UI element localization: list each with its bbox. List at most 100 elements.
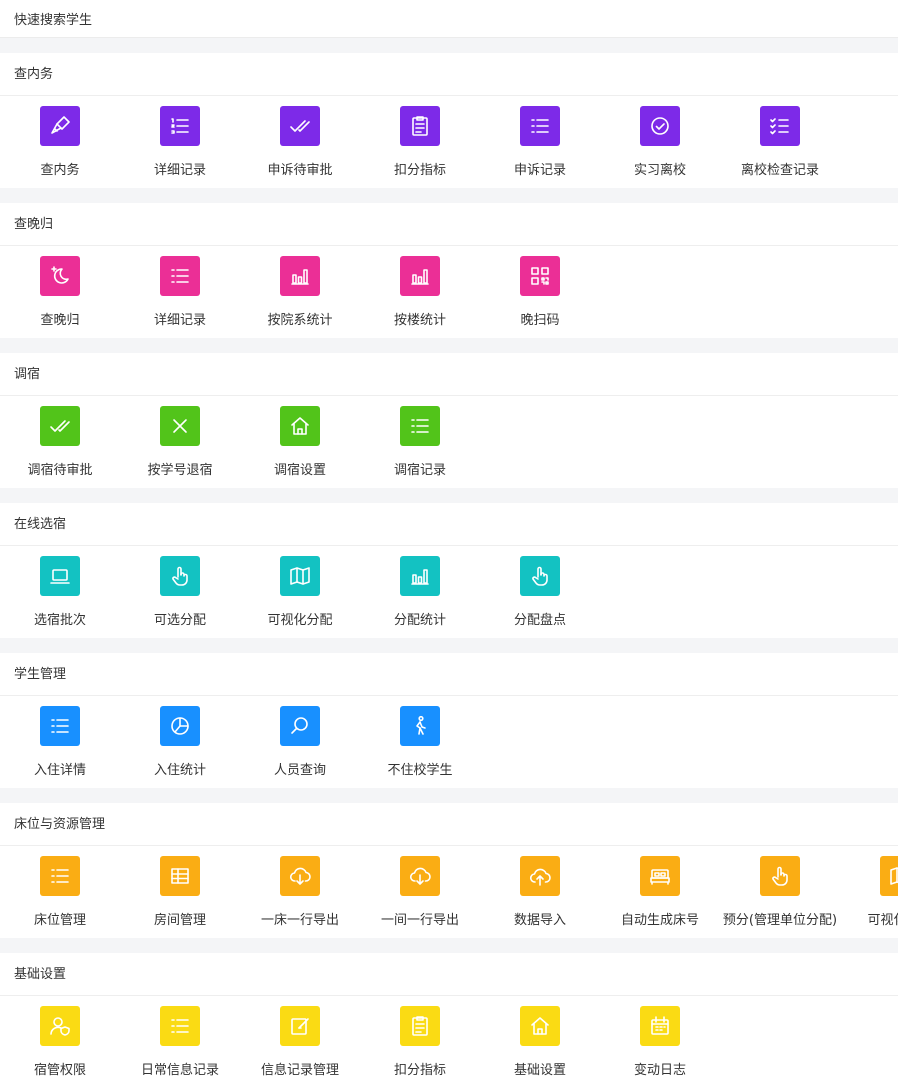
broom-icon — [40, 106, 80, 146]
menu-tile[interactable]: 基础设置 — [480, 1006, 600, 1081]
map-icon — [880, 856, 898, 896]
menu-tile[interactable]: 可选分配 — [120, 556, 240, 631]
menu-tile[interactable]: 入住详情 — [0, 706, 120, 781]
menu-tile[interactable]: 申诉待审批 — [240, 106, 360, 181]
section-6: 床位与资源管理床位管理 房间管理 一床一行导出 一间一行导出 数据导入 自动生成床号 预分(… — [0, 803, 898, 938]
menu-tile[interactable]: 实习离校 — [600, 106, 720, 181]
menu-tile[interactable]: 查内务 — [0, 106, 120, 181]
menu-tile[interactable]: 扣分指标 — [360, 106, 480, 181]
menu-tile[interactable]: 调宿待审批 — [0, 406, 120, 481]
menu-tile[interactable]: 入住统计 — [120, 706, 240, 781]
bar-chart-icon — [400, 556, 440, 596]
menu-tile-label: 人员查询 — [273, 763, 326, 778]
section-title: 床位与资源管理 — [0, 803, 898, 846]
menu-tile[interactable]: 一间一行导出 — [360, 856, 480, 931]
menu-tile-label: 一床一行导出 — [260, 913, 339, 928]
section-grid: 查内务 详细记录 申诉待审批 扣分指标 申诉记录 实习离校 离校检查记录 — [0, 96, 898, 188]
menu-tile[interactable]: 可视化分配 — [840, 856, 898, 931]
menu-tile[interactable]: 房间管理 — [120, 856, 240, 931]
user-shield-icon — [40, 1006, 80, 1046]
menu-tile-label: 可视化分配 — [267, 613, 333, 628]
menu-tile[interactable]: 详细记录 — [120, 106, 240, 181]
menu-tile[interactable]: 离校检查记录 — [720, 106, 840, 181]
menu-tile-label: 分配盘点 — [513, 613, 566, 628]
menu-tile[interactable]: 预分(管理单位分配) — [720, 856, 840, 931]
menu-tile-label: 信息记录管理 — [260, 1063, 339, 1078]
menu-tile-label: 可选分配 — [153, 613, 206, 628]
menu-tile-label: 按学号退宿 — [147, 463, 213, 478]
section-1: 查内务 查内务 详细记录 申诉待审批 扣分指标申诉记录 实习离校 离校检查记录 — [0, 53, 898, 188]
menu-tile[interactable]: 床位管理 — [0, 856, 120, 931]
menu-tile-label: 晚扫码 — [520, 313, 560, 328]
menu-tile[interactable]: 按院系统计 — [240, 256, 360, 331]
menu-tile-label: 宿管权限 — [33, 1063, 86, 1078]
list-icon — [160, 1006, 200, 1046]
ordered-list-icon — [160, 106, 200, 146]
menu-tile[interactable]: 数据导入 — [480, 856, 600, 931]
menu-tile-label: 一间一行导出 — [380, 913, 459, 928]
section-4: 在线选宿 选宿批次 可选分配 可视化分配 分配统计 分配盘点 — [0, 503, 898, 638]
menu-sections: 查内务 查内务 详细记录 申诉待审批 扣分指标 申诉记录 实习离校 离校检查记录 查晚归 查晚归详… — [0, 53, 898, 1088]
menu-tile-label: 可视化分配 — [867, 913, 898, 928]
menu-tile[interactable]: 晚扫码 — [480, 256, 600, 331]
menu-tile-label: 查内务 — [40, 163, 80, 178]
menu-tile-label: 选宿批次 — [33, 613, 86, 628]
double-check-icon — [40, 406, 80, 446]
menu-tile[interactable]: 扣分指标 — [360, 1006, 480, 1081]
menu-tile[interactable]: 可视化分配 — [240, 556, 360, 631]
section-grid: 床位管理 房间管理 一床一行导出 一间一行导出 数据导入 自动生成床号 预分(管理单位分配)… — [0, 846, 898, 938]
menu-tile[interactable]: 人员查询 — [240, 706, 360, 781]
menu-tile-label: 调宿记录 — [393, 463, 446, 478]
pointer-hand-icon — [520, 556, 560, 596]
menu-tile[interactable]: 调宿设置 — [240, 406, 360, 481]
bar-chart-icon — [400, 256, 440, 296]
list-icon — [160, 256, 200, 296]
menu-tile[interactable]: 申诉记录 — [480, 106, 600, 181]
section-grid: 入住详情 入住统计 人员查询 不住校学生 — [0, 696, 898, 788]
menu-tile[interactable]: 按学号退宿 — [120, 406, 240, 481]
section-title: 查晚归 — [0, 203, 898, 246]
menu-tile[interactable]: 不住校学生 — [360, 706, 480, 781]
section-title: 基础设置 — [0, 953, 898, 996]
menu-tile[interactable]: 详细记录 — [120, 256, 240, 331]
menu-tile-label: 实习离校 — [633, 163, 686, 178]
menu-tile[interactable]: 查晚归 — [0, 256, 120, 331]
list-icon — [40, 706, 80, 746]
cloud-download-icon — [280, 856, 320, 896]
menu-tile[interactable]: 信息记录管理 — [240, 1006, 360, 1081]
pie-chart-icon — [160, 706, 200, 746]
laptop-icon — [40, 556, 80, 596]
cloud-upload-icon — [520, 856, 560, 896]
menu-tile-label: 申诉记录 — [513, 163, 566, 178]
menu-tile-label: 不住校学生 — [387, 763, 453, 778]
menu-tile[interactable]: 变动日志 — [600, 1006, 720, 1081]
section-7: 基础设置 宿管权限 日常信息记录 信息记录管理 扣分指标 基础设置 变动日志 — [0, 953, 898, 1088]
menu-tile[interactable]: 日常信息记录 — [120, 1006, 240, 1081]
menu-tile-label: 调宿待审批 — [27, 463, 93, 478]
menu-tile[interactable]: 自动生成床号 — [600, 856, 720, 931]
menu-tile-label: 入住详情 — [33, 763, 86, 778]
section-title: 学生管理 — [0, 653, 898, 696]
quick-search-student[interactable]: 快速搜索学生 — [0, 0, 898, 38]
menu-tile-label: 数据导入 — [513, 913, 566, 928]
menu-tile-label: 按楼统计 — [393, 313, 446, 328]
menu-tile-label: 按院系统计 — [267, 313, 333, 328]
menu-tile[interactable]: 调宿记录 — [360, 406, 480, 481]
menu-tile[interactable]: 按楼统计 — [360, 256, 480, 331]
menu-tile-label: 离校检查记录 — [740, 163, 819, 178]
menu-tile-label: 扣分指标 — [393, 1063, 446, 1078]
walking-person-icon — [400, 706, 440, 746]
menu-tile-label: 预分(管理单位分配) — [722, 913, 838, 928]
section-grid: 调宿待审批 按学号退宿 调宿设置 调宿记录 — [0, 396, 898, 488]
menu-tile[interactable]: 宿管权限 — [0, 1006, 120, 1081]
menu-tile[interactable]: 分配盘点 — [480, 556, 600, 631]
menu-tile-label: 变动日志 — [633, 1063, 686, 1078]
menu-tile-label: 房间管理 — [153, 913, 206, 928]
menu-tile[interactable]: 选宿批次 — [0, 556, 120, 631]
menu-tile[interactable]: 分配统计 — [360, 556, 480, 631]
menu-tile-label: 基础设置 — [513, 1063, 566, 1078]
double-check-icon — [280, 106, 320, 146]
menu-tile[interactable]: 一床一行导出 — [240, 856, 360, 931]
menu-tile-label: 详细记录 — [153, 313, 206, 328]
bar-chart-icon — [280, 256, 320, 296]
